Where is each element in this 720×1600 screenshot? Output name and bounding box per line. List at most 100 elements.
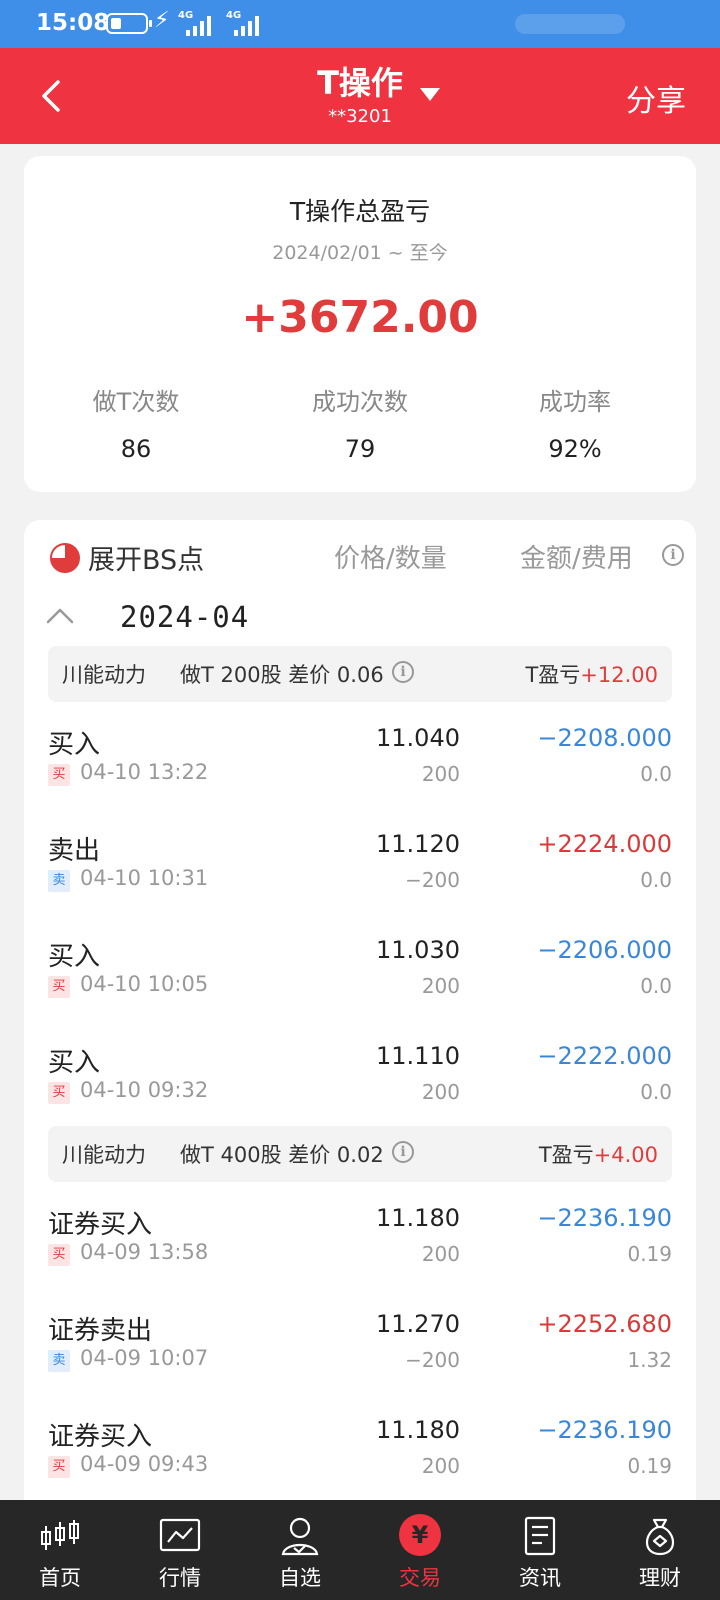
document-icon <box>518 1516 562 1556</box>
trade-row[interactable]: 卖出 卖 04-10 10:31 11.120 −200 +2224.000 0… <box>48 822 672 928</box>
stat-success-rate: 成功率 92% <box>465 382 685 463</box>
trade-type: 证券买入 <box>48 1422 153 1452</box>
trade-row[interactable]: 买入 买 04-10 09:32 11.110 200 −2222.000 0.… <box>48 1034 672 1140</box>
trade-price: 11.030 <box>376 936 460 964</box>
trade-fee: 1.32 <box>627 1348 672 1372</box>
group-t-profit: T盈亏+4.00 <box>539 1139 658 1169</box>
nav-wealth[interactable]: 理财 <box>600 1500 720 1600</box>
trade-type: 买入 <box>48 730 101 760</box>
trade-time: 04-10 13:22 <box>80 760 209 784</box>
stat-label: 成功率 <box>539 388 611 416</box>
trade-fee: 0.19 <box>627 1454 672 1478</box>
buy-tag: 买 <box>48 1082 70 1104</box>
trade-row[interactable]: 证券卖出 卖 04-09 10:07 11.270 −200 +2252.680… <box>48 1302 672 1408</box>
expand-bs-points-toggle[interactable]: 展开BS点 <box>88 538 204 577</box>
nav-label: 理财 <box>639 1566 681 1590</box>
info-icon[interactable]: i <box>662 544 684 566</box>
group-description: 做T 200股 差价 0.06 <box>180 663 384 687</box>
total-profit-loss: +3672.00 <box>241 292 479 343</box>
pie-chart-icon[interactable] <box>50 543 80 573</box>
stat-t-count: 做T次数 86 <box>26 382 246 463</box>
stat-label: 做T次数 <box>92 388 180 416</box>
battery-icon <box>106 13 152 34</box>
nav-label: 自选 <box>279 1566 321 1590</box>
sell-tag: 卖 <box>48 1350 70 1372</box>
top-header: T操作 **3201 分享 <box>0 48 720 144</box>
trade-list-card: 展开BS点 价格/数量 金额/费用 i 2024-04 川能动力 做T 200股… <box>24 520 696 1600</box>
trade-fee: 0.0 <box>640 974 672 998</box>
trade-type: 卖出 <box>48 836 101 866</box>
trade-amount: −2206.000 <box>537 936 672 964</box>
trade-quantity: −200 <box>405 1348 460 1372</box>
trade-row[interactable]: 证券买入 买 04-09 13:58 11.180 200 −2236.190 … <box>48 1196 672 1302</box>
stat-value: 79 <box>344 435 376 463</box>
trade-row[interactable]: 证券买入 买 04-09 09:43 11.180 200 −2236.190 … <box>48 1408 672 1514</box>
info-icon[interactable]: i <box>392 1141 414 1163</box>
trade-price: 11.180 <box>376 1416 460 1444</box>
trade-type: 买入 <box>48 1048 101 1078</box>
nav-news[interactable]: 资讯 <box>480 1500 600 1600</box>
share-button[interactable]: 分享 <box>626 76 686 120</box>
trade-type: 买入 <box>48 942 101 972</box>
group-t-profit-label: T盈亏 <box>538 1143 594 1167</box>
buy-tag: 买 <box>48 764 70 786</box>
column-price-quantity: 价格/数量 <box>334 544 447 574</box>
group-t-profit-value: +12.00 <box>580 663 658 687</box>
page-title[interactable]: T操作 <box>0 58 720 104</box>
trade-quantity: 200 <box>421 1454 460 1478</box>
trade-quantity: 200 <box>421 762 460 786</box>
info-icon[interactable]: i <box>392 661 414 683</box>
column-amount-fee: 金额/费用 <box>520 544 633 574</box>
trade-quantity: 200 <box>421 974 460 998</box>
charging-icon: ⚡ <box>154 8 170 33</box>
trade-time: 04-10 09:32 <box>80 1078 209 1102</box>
trade-amount: −2236.190 <box>537 1204 672 1232</box>
nav-trade[interactable]: ¥ 交易 <box>360 1500 480 1600</box>
group-stock-name: 川能动力 <box>62 663 146 687</box>
nav-home[interactable]: 首页 <box>0 1500 120 1600</box>
buy-tag: 买 <box>48 1456 70 1478</box>
month-label: 2024-04 <box>120 600 250 634</box>
trade-row[interactable]: 买入 买 04-10 10:05 11.030 200 −2206.000 0.… <box>48 928 672 1034</box>
page-title-text: T操作 <box>317 64 403 102</box>
summary-title: T操作总盈亏 <box>289 197 431 226</box>
group-t-profit-value: +4.00 <box>593 1143 658 1167</box>
nav-market[interactable]: 行情 <box>120 1500 240 1600</box>
trade-quantity: 200 <box>421 1242 460 1266</box>
trade-type: 证券买入 <box>48 1210 153 1240</box>
trade-fee: 0.19 <box>627 1242 672 1266</box>
nav-label: 资讯 <box>519 1566 561 1590</box>
trade-fee: 0.0 <box>640 762 672 786</box>
group-t-profit-label: T盈亏 <box>525 663 581 687</box>
trade-amount: +2224.000 <box>537 830 672 858</box>
t-group-header[interactable]: 川能动力 做T 200股 差价 0.06 i T盈亏+12.00 <box>48 646 672 702</box>
dropdown-triangle-icon[interactable] <box>420 88 440 101</box>
trade-price: 11.110 <box>376 1042 460 1070</box>
t-group-header[interactable]: 川能动力 做T 400股 差价 0.02 i T盈亏+4.00 <box>48 1126 672 1182</box>
trade-time: 04-10 10:31 <box>80 866 209 890</box>
trade-price: 11.270 <box>376 1310 460 1338</box>
stat-value: 86 <box>120 435 152 463</box>
trade-price: 11.180 <box>376 1204 460 1232</box>
trade-type: 证券卖出 <box>48 1316 153 1346</box>
buy-tag: 买 <box>48 976 70 998</box>
trade-price: 11.120 <box>376 830 460 858</box>
trade-time: 04-09 09:43 <box>80 1452 209 1476</box>
account-number: **3201 <box>328 106 392 127</box>
chevron-up-icon <box>46 608 74 624</box>
candlestick-icon <box>38 1516 82 1556</box>
stat-label: 成功次数 <box>312 388 408 416</box>
sell-tag: 卖 <box>48 870 70 892</box>
nav-watchlist[interactable]: 自选 <box>240 1500 360 1600</box>
trade-row[interactable]: 买入 买 04-10 13:22 11.040 200 −2208.000 0.… <box>48 716 672 822</box>
trade-amount: +2252.680 <box>537 1310 672 1338</box>
stat-success-count: 成功次数 79 <box>250 382 470 463</box>
trade-amount: −2236.190 <box>537 1416 672 1444</box>
trade-price: 11.040 <box>376 724 460 752</box>
list-header: 展开BS点 价格/数量 金额/费用 i <box>24 520 696 590</box>
buy-tag: 买 <box>48 1244 70 1266</box>
nav-label: 首页 <box>39 1566 81 1590</box>
status-time: 15:08 <box>36 10 110 36</box>
chart-icon <box>158 1516 202 1556</box>
trade-time: 04-10 10:05 <box>80 972 209 996</box>
